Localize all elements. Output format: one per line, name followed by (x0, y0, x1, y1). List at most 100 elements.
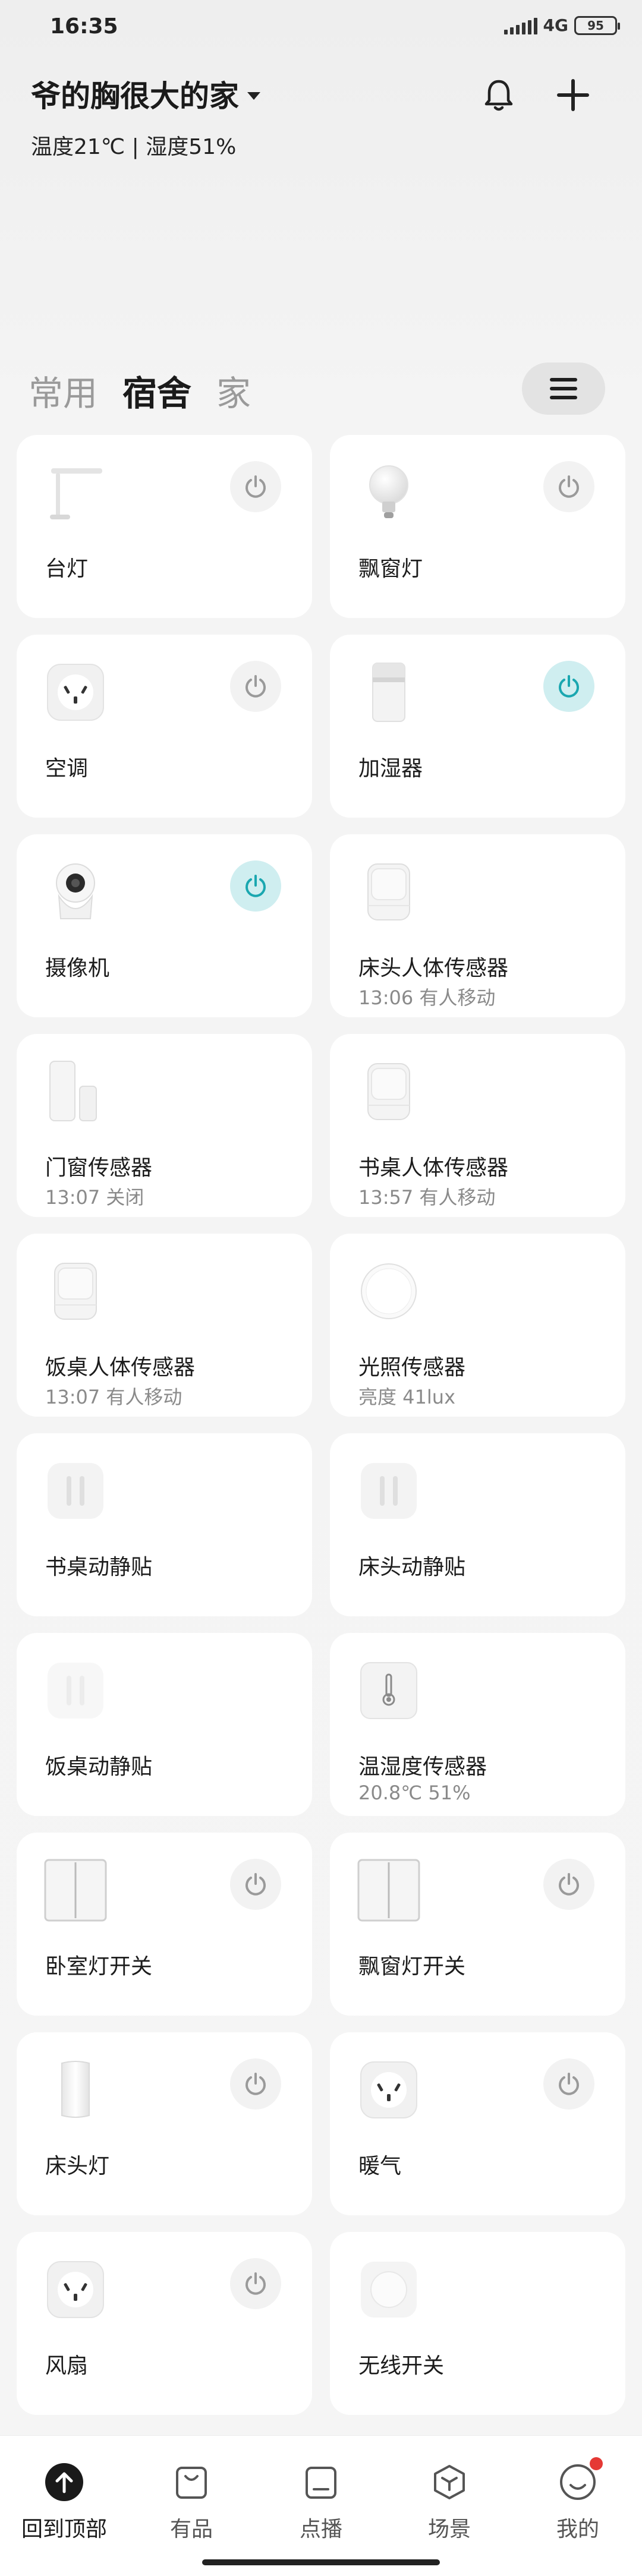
device-name: 温湿度传感器 (358, 1755, 487, 1779)
device-card[interactable]: 加湿器 (330, 635, 625, 818)
power-button-icon[interactable] (230, 860, 281, 912)
power-button-icon[interactable] (543, 1859, 594, 1910)
nav-scene[interactable]: 场景 (390, 2460, 509, 2543)
device-card[interactable]: 床头灯 (17, 2032, 312, 2215)
vibration-sticker-icon (356, 1458, 421, 1524)
device-status: 20.8℃ 51% (358, 1782, 471, 1804)
device-name: 门窗传感器 (45, 1156, 153, 1180)
device-name: 床头动静贴 (358, 1555, 466, 1579)
home-name: 爷的胸很大的家 (31, 79, 239, 113)
add-device-icon[interactable] (550, 72, 596, 118)
device-card[interactable]: 风扇 (17, 2232, 312, 2415)
nav-profile[interactable]: 我的 (518, 2457, 637, 2543)
power-button-icon[interactable] (543, 661, 594, 712)
device-name: 饭桌动静贴 (45, 1755, 153, 1779)
room-menu-button[interactable] (522, 362, 605, 415)
device-card[interactable]: 书桌动静贴 (17, 1433, 312, 1616)
desk-lamp-icon (43, 460, 108, 525)
tab-宿舍[interactable]: 宿舍 (122, 365, 191, 415)
wireless-button-icon (356, 2257, 421, 2322)
power-button-icon[interactable] (230, 661, 281, 712)
bell-icon[interactable] (478, 74, 520, 116)
environment-readout: 温度21℃ | 湿度51% (31, 135, 237, 159)
device-name: 风扇 (45, 2354, 89, 2378)
tv-icon (298, 2460, 344, 2505)
device-card[interactable]: 床头人体传感器 13:06 有人移动 (330, 834, 625, 1017)
smart-plug-icon (43, 2257, 108, 2322)
notification-badge (590, 2457, 603, 2470)
device-name: 飘窗灯 (358, 557, 423, 581)
device-name: 暖气 (358, 2154, 402, 2178)
vibration-sticker-icon (43, 1458, 108, 1524)
device-name: 台灯 (45, 557, 89, 581)
device-card[interactable]: 卧室灯开关 (17, 1833, 312, 2016)
device-card[interactable]: 门窗传感器 13:07 关闭 (17, 1034, 312, 1217)
wall-switch-icon (356, 1858, 421, 1923)
smart-plug-icon (43, 660, 108, 725)
nav-vod[interactable]: 点播 (262, 2460, 380, 2543)
device-name: 饭桌人体传感器 (45, 1355, 196, 1380)
device-status: 13:57 有人移动 (358, 1186, 496, 1209)
nav-youpin[interactable]: 有品 (132, 2460, 251, 2543)
power-button-icon[interactable] (543, 2058, 594, 2110)
thermometer-icon (356, 1658, 421, 1723)
device-card[interactable]: 飘窗灯开关 (330, 1833, 625, 2016)
device-name: 床头人体传感器 (358, 956, 509, 980)
device-name: 加湿器 (358, 756, 423, 781)
device-name: 飘窗灯开关 (358, 1954, 466, 1979)
nav-label: 有品 (169, 2517, 213, 2542)
device-card[interactable]: 饭桌人体传感器 13:07 有人移动 (17, 1234, 312, 1417)
device-card[interactable]: 饭桌动静贴 (17, 1633, 312, 1816)
device-name: 床头灯 (45, 2154, 110, 2178)
profile-icon (555, 2457, 603, 2505)
device-name: 书桌人体传感器 (358, 1156, 509, 1180)
device-name: 卧室灯开关 (45, 1954, 153, 1979)
nav-label: 点播 (299, 2517, 342, 2542)
device-grid: 台灯 飘窗灯空调 加湿器摄像机 床头人体传感器 13:06 有人移动门窗传感器 13:07… (17, 435, 625, 2415)
power-button-icon[interactable] (230, 2258, 281, 2309)
signal-icon (503, 17, 537, 34)
nav-label: 回到顶部 (21, 2517, 107, 2542)
device-card[interactable]: 光照传感器 亮度 41lux (330, 1234, 625, 1417)
device-card[interactable]: 暖气 (330, 2032, 625, 2215)
network-type: 4G (543, 15, 568, 35)
device-name: 无线开关 (358, 2354, 445, 2378)
home-selector[interactable]: 爷的胸很大的家 (31, 72, 260, 115)
bedside-lamp-icon (43, 2057, 108, 2123)
motion-sensor-icon (43, 1259, 108, 1324)
humidifier-icon (356, 660, 421, 725)
shopping-bag-icon (169, 2460, 214, 2505)
status-right: 4G 95 (503, 15, 620, 35)
power-button-icon[interactable] (230, 2058, 281, 2110)
tab-家[interactable]: 家 (216, 365, 251, 415)
power-button-icon[interactable] (543, 461, 594, 512)
device-card[interactable]: 温湿度传感器 20.8℃ 51% (330, 1633, 625, 1816)
nav-back-to-top[interactable]: 回到顶部 (5, 2460, 124, 2543)
device-status: 13:06 有人移动 (358, 986, 496, 1009)
tab-常用[interactable]: 常用 (29, 365, 97, 415)
smart-plug-icon (356, 2057, 421, 2123)
device-card[interactable]: 空调 (17, 635, 312, 818)
device-card[interactable]: 台灯 (17, 435, 312, 618)
nav-label: 场景 (427, 2517, 471, 2542)
device-name: 书桌动静贴 (45, 1555, 153, 1579)
device-name: 空调 (45, 756, 89, 781)
device-card[interactable]: 摄像机 (17, 834, 312, 1017)
device-card[interactable]: 无线开关 (330, 2232, 625, 2415)
wall-switch-icon (43, 1858, 108, 1923)
device-card[interactable]: 床头动静贴 (330, 1433, 625, 1616)
light-sensor-icon (356, 1259, 421, 1324)
cube-icon (427, 2460, 472, 2505)
motion-sensor-icon (356, 1059, 421, 1124)
up-arrow-icon (42, 2460, 87, 2505)
power-button-icon[interactable] (230, 461, 281, 512)
device-card[interactable]: 飘窗灯 (330, 435, 625, 618)
device-card[interactable]: 书桌人体传感器 13:57 有人移动 (330, 1034, 625, 1217)
power-button-icon[interactable] (230, 1859, 281, 1910)
room-tabs: 常用 宿舍 家 (29, 365, 251, 415)
device-status: 13:07 关闭 (45, 1186, 144, 1209)
app-root: 16:35 4G 95 爷的胸很大的家 温度21℃ | 湿度51% 常用 宿舍 … (0, 0, 642, 2576)
home-indicator (202, 2559, 440, 2565)
vibration-sticker-faded-icon (43, 1658, 108, 1723)
device-status: 13:07 有人移动 (45, 1386, 182, 1408)
